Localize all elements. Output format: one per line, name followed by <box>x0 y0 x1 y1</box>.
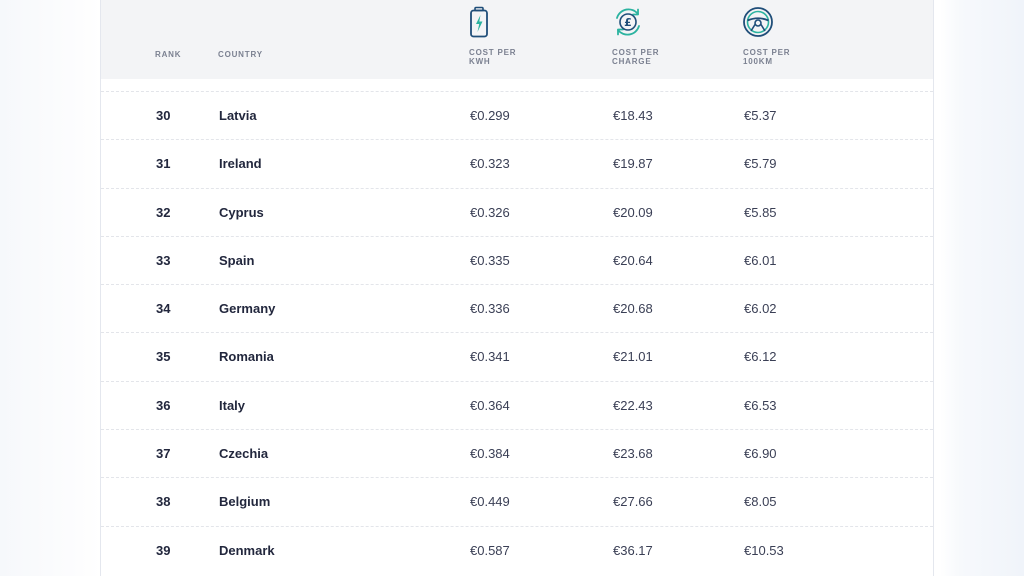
cost-per-charge-cell: €20.68 <box>613 301 653 317</box>
header-100km-line-2: 100KM <box>743 57 773 66</box>
ranking-table: RANK COUNTRY COST PER KWH £ COST PER CHA… <box>100 0 934 576</box>
rank-cell: 34 <box>156 301 171 317</box>
cost-per-kwh-cell: €0.299 <box>470 108 510 123</box>
cost-per-kwh-cell: €0.364 <box>470 397 510 413</box>
country-cell: Germany <box>219 301 276 317</box>
cost-per-charge-cell: €18.43 <box>613 108 653 123</box>
cost-per-100km-cell: €5.37 <box>744 108 777 123</box>
table-row[interactable]: 34 Germany €0.336 €20.68 €6.02 <box>101 284 933 332</box>
table-row[interactable]: 32 Cyprus €0.326 €20.09 €5.85 <box>101 187 933 236</box>
rank-cell: 37 <box>156 446 171 462</box>
country-cell: Romania <box>219 349 274 365</box>
cost-per-kwh-cell: €0.449 <box>470 494 510 510</box>
header-kwh-line-2: KWH <box>469 57 491 66</box>
table-row[interactable]: 38 Belgium €0.449 €27.66 €8.05 <box>101 477 933 525</box>
country-cell: Italy <box>219 397 246 413</box>
rank-cell: 39 <box>156 542 171 558</box>
cost-per-charge-cell: €36.17 <box>613 542 653 558</box>
cost-per-charge-cell: €23.68 <box>613 446 653 462</box>
table-row[interactable]: 36 Italy €0.364 €22.43 €6.53 <box>101 380 933 429</box>
cost-per-charge-cell: €27.66 <box>613 494 653 510</box>
cost-per-kwh-cell: €0.341 <box>470 349 510 365</box>
table-row[interactable]: 39 Denmark €0.587 €36.17 €10.53 <box>101 525 933 574</box>
cost-per-100km-cell: €6.01 <box>744 252 777 268</box>
rank-cell: 35 <box>156 349 171 365</box>
header-cost-per-charge[interactable]: COST PER CHARGE <box>612 48 682 66</box>
table-row[interactable]: 30 Latvia €0.299 €18.43 €5.37 <box>101 91 933 139</box>
rank-cell: 33 <box>156 252 171 268</box>
country-cell: Belgium <box>219 494 271 510</box>
table-row[interactable]: 31 Ireland €0.323 €19.87 €5.79 <box>101 139 933 187</box>
cost-per-100km-cell: €6.12 <box>744 349 777 365</box>
cost-per-100km-cell: €5.85 <box>744 204 777 220</box>
cost-per-100km-cell: €6.02 <box>744 301 777 317</box>
rank-cell: 38 <box>156 494 171 510</box>
battery-charging-icon <box>468 6 490 43</box>
cost-per-kwh-cell: €0.326 <box>470 204 510 220</box>
cost-per-kwh-cell: €0.384 <box>470 446 510 462</box>
country-cell: Spain <box>219 252 255 268</box>
cost-per-kwh-cell: €0.336 <box>470 301 510 317</box>
header-cost-per-kwh[interactable]: COST PER KWH <box>469 48 539 66</box>
table-body: 30 Latvia €0.299 €18.43 €5.37 31 Ireland… <box>101 91 933 574</box>
cost-per-charge-cell: €21.01 <box>613 349 653 365</box>
cost-per-100km-cell: €5.79 <box>744 156 777 172</box>
steering-wheel-icon <box>742 6 774 43</box>
header-country[interactable]: COUNTRY <box>218 50 263 59</box>
cost-per-100km-cell: €6.90 <box>744 446 777 462</box>
header-100km-line-1: COST PER <box>743 48 791 57</box>
cost-per-charge-cell: €22.43 <box>613 397 653 413</box>
pound-refresh-icon: £ <box>612 6 644 43</box>
table-row[interactable]: 35 Romania €0.341 €21.01 €6.12 <box>101 332 933 380</box>
cost-per-charge-cell: €19.87 <box>613 156 653 172</box>
rank-cell: 30 <box>156 108 171 123</box>
cost-per-100km-cell: €8.05 <box>744 494 777 510</box>
rank-cell: 31 <box>156 156 171 172</box>
header-kwh-line-1: COST PER <box>469 48 517 57</box>
country-cell: Czechia <box>219 446 269 462</box>
header-cost-per-100km[interactable]: COST PER 100KM <box>743 48 813 66</box>
cost-per-100km-cell: €6.53 <box>744 397 777 413</box>
rank-cell: 36 <box>156 397 171 413</box>
header-rank[interactable]: RANK <box>155 50 181 59</box>
cost-per-kwh-cell: €0.587 <box>470 542 510 558</box>
country-cell: Latvia <box>219 108 257 123</box>
header-charge-line-1: COST PER <box>612 48 660 57</box>
cost-per-100km-cell: €10.53 <box>744 542 784 558</box>
country-cell: Denmark <box>219 542 275 558</box>
table-row[interactable]: 33 Spain €0.335 €20.64 €6.01 <box>101 235 933 284</box>
header-charge-line-2: CHARGE <box>612 57 652 66</box>
table-row[interactable]: 37 Czechia €0.384 €23.68 €6.90 <box>101 429 933 477</box>
cost-per-charge-cell: €20.64 <box>613 252 653 268</box>
country-cell: Cyprus <box>219 204 264 220</box>
svg-text:£: £ <box>624 16 632 29</box>
cost-per-charge-cell: €20.09 <box>613 204 653 220</box>
country-cell: Ireland <box>219 156 262 172</box>
table-header: RANK COUNTRY COST PER KWH £ COST PER CHA… <box>101 0 933 79</box>
rank-cell: 32 <box>156 204 171 220</box>
cost-per-kwh-cell: €0.335 <box>470 252 510 268</box>
cost-per-kwh-cell: €0.323 <box>470 156 510 172</box>
